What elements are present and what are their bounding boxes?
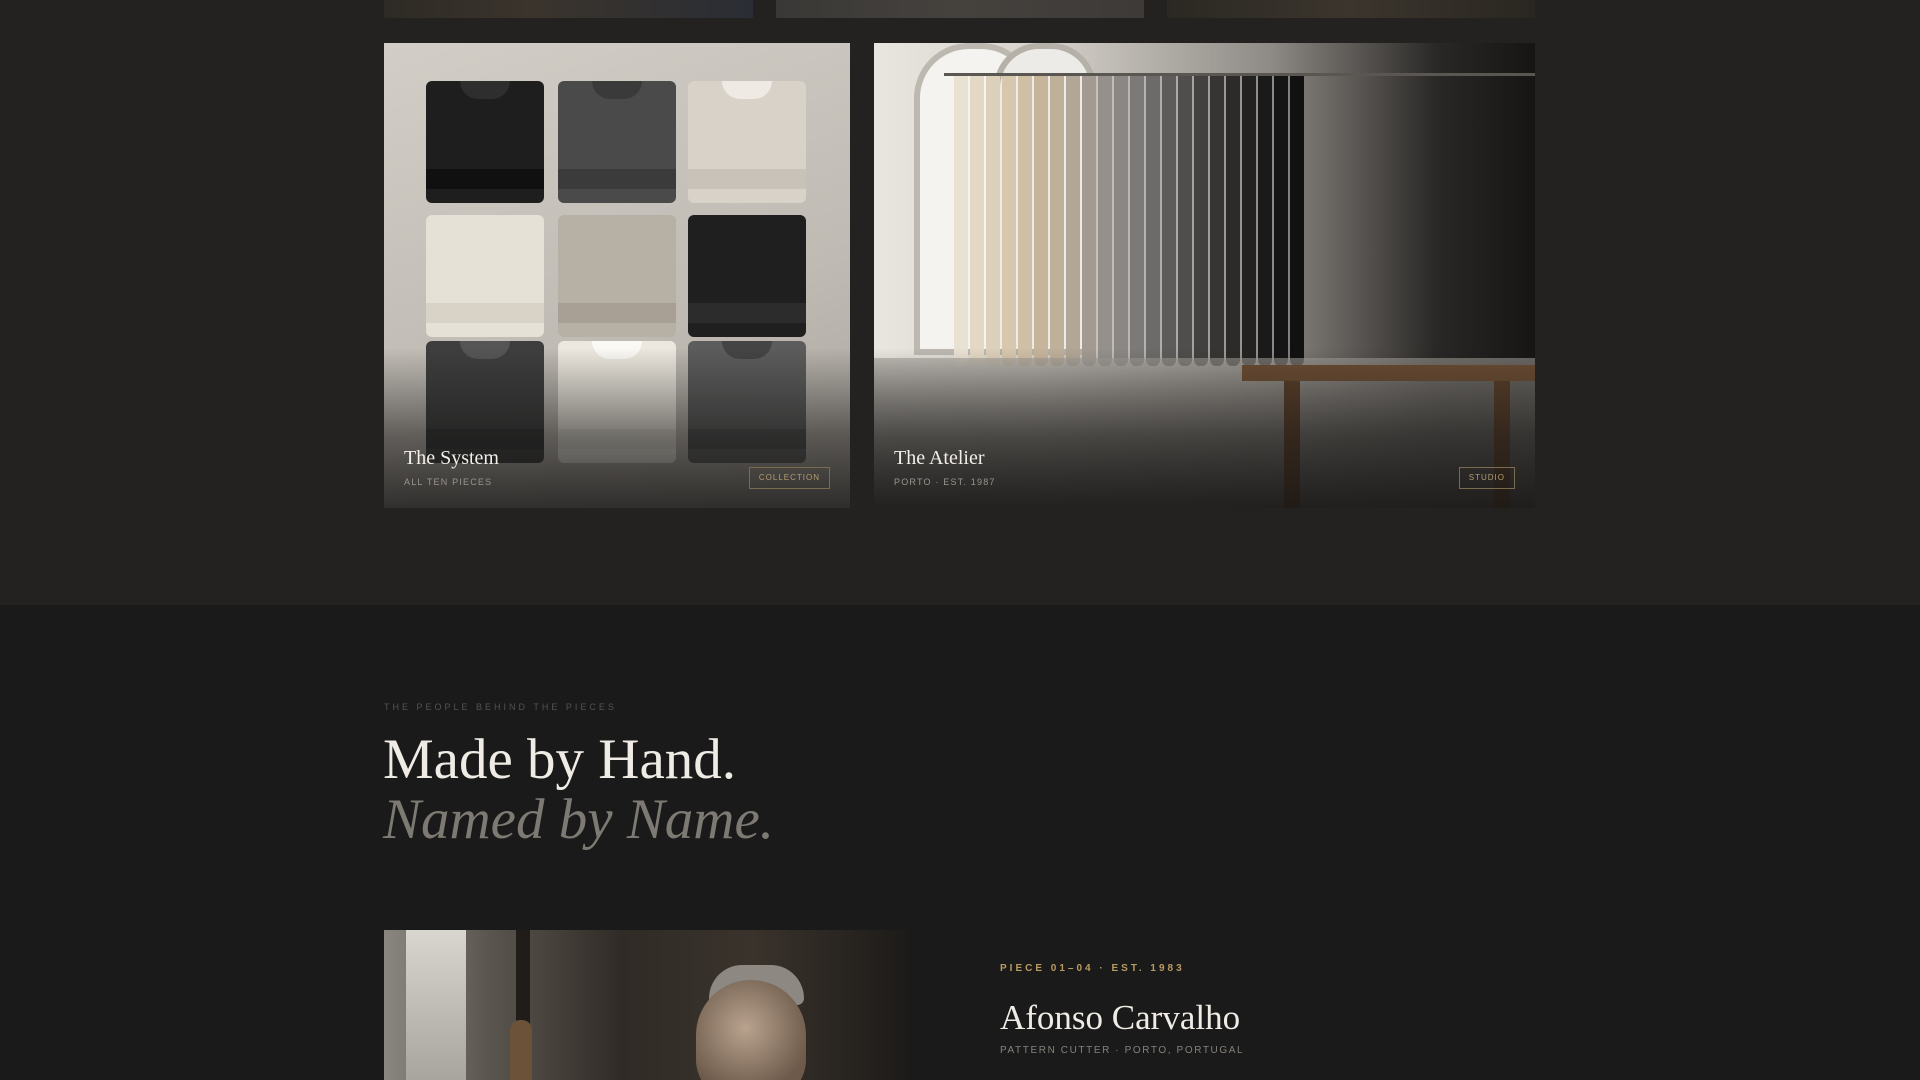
collection-tag[interactable]: COLLECTION — [748, 467, 830, 489]
maker-name: Afonso Carvalho — [1000, 998, 1241, 1037]
card-subtitle: PORTO · EST. 1987 — [894, 477, 996, 487]
card-title: The Atelier — [894, 447, 985, 469]
atelier-card[interactable]: The Atelier PORTO · EST. 1987 STUDIO — [874, 43, 1535, 508]
previous-card-image[interactable] — [384, 0, 753, 18]
previous-card-image[interactable] — [1167, 0, 1535, 18]
collection-section: The System ALL TEN PIECES COLLECTION The… — [0, 0, 1920, 605]
card-subtitle: ALL TEN PIECES — [404, 477, 493, 487]
previous-card-image[interactable] — [776, 0, 1144, 18]
card-title: The System — [404, 447, 499, 469]
section-heading-italic: Named by Name. — [383, 788, 775, 851]
section-eyebrow: THE PEOPLE BEHIND THE PIECES — [384, 702, 617, 712]
maker-role: PATTERN CUTTER · PORTO, PORTUGAL — [1000, 1045, 1245, 1056]
system-card[interactable]: The System ALL TEN PIECES COLLECTION — [384, 43, 850, 508]
people-section — [0, 605, 1920, 1080]
section-heading: Made by Hand. — [383, 728, 736, 791]
maker-portrait — [384, 930, 911, 1080]
maker-meta: PIECE 01–04 · EST. 1983 — [1000, 963, 1185, 974]
studio-tag[interactable]: STUDIO — [1458, 467, 1515, 489]
